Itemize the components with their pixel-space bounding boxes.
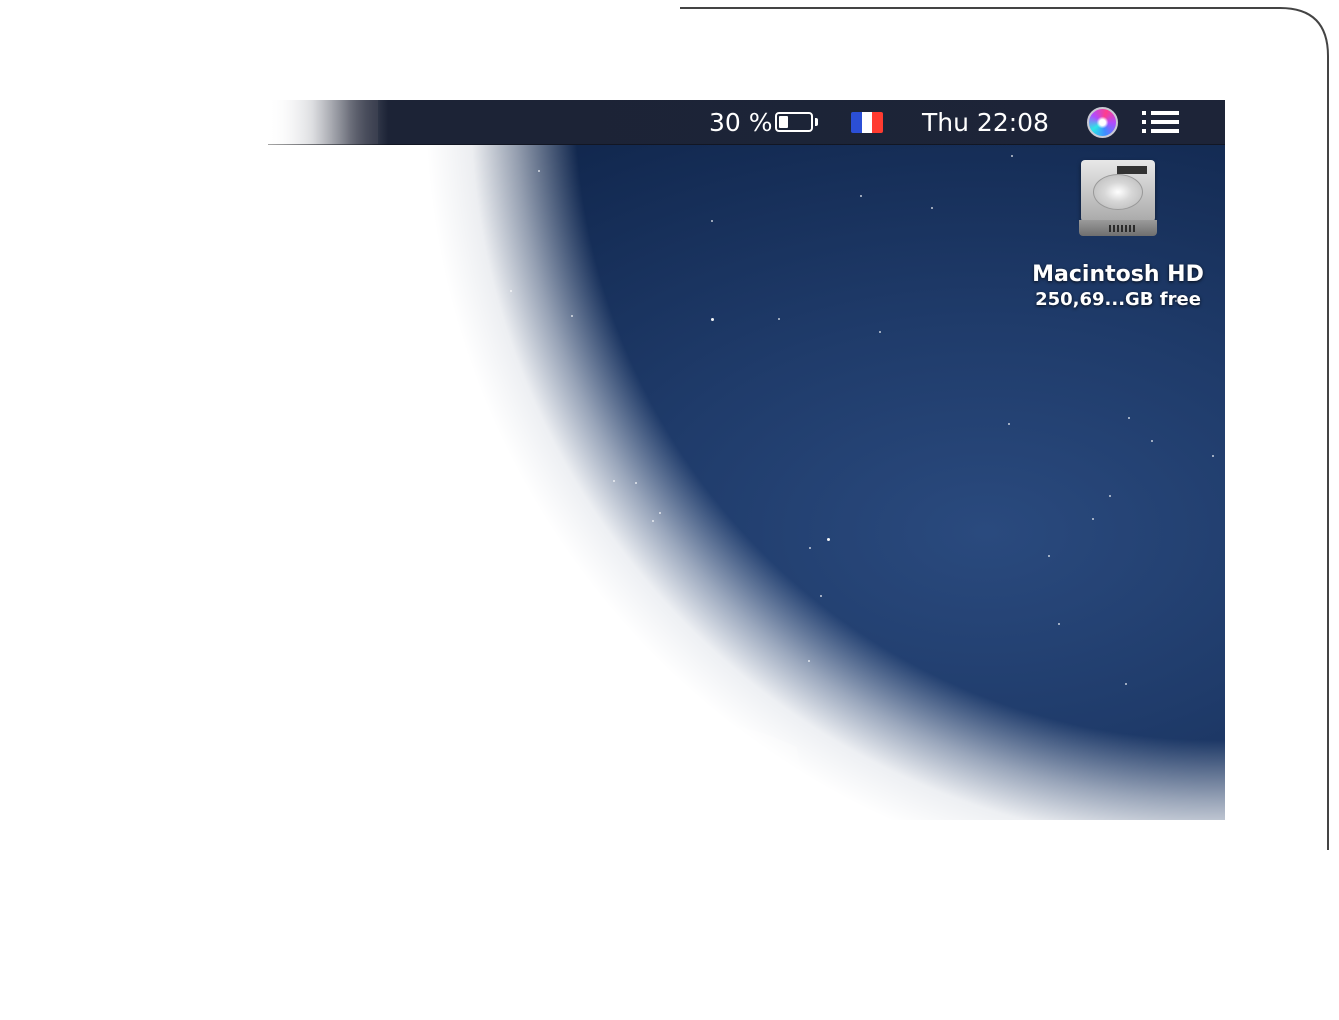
battery-body [775, 112, 813, 132]
notification-center-icon[interactable] [1142, 100, 1179, 144]
battery-icon[interactable] [775, 100, 818, 144]
desktop-screen: 30 % Thu 22:08 Macintosh HD 250,69...GB … [268, 100, 1225, 820]
flag-france-icon [851, 111, 883, 133]
input-source-flag-icon[interactable] [851, 100, 883, 144]
desktop-icon-macintosh-hd[interactable]: Macintosh HD 250,69...GB free [1028, 160, 1208, 310]
battery-tip [815, 118, 818, 126]
siri-orb [1087, 106, 1118, 138]
battery-percentage-label: 30 % [709, 107, 773, 137]
hard-drive-icon [1079, 160, 1157, 240]
menu-bar: 30 % Thu 22:08 [268, 100, 1225, 145]
rock-silhouette [673, 727, 803, 777]
siri-icon[interactable] [1087, 100, 1118, 144]
list-icon [1142, 111, 1179, 133]
battery-fill [779, 116, 788, 128]
battery-percentage[interactable]: 30 % [709, 100, 773, 144]
drive-free-space-label: 250,69...GB free [1035, 289, 1201, 310]
menubar-clock[interactable]: Thu 22:08 [922, 100, 1049, 144]
drive-name-label: Macintosh HD [1032, 262, 1204, 287]
clock-label: Thu 22:08 [922, 107, 1049, 137]
